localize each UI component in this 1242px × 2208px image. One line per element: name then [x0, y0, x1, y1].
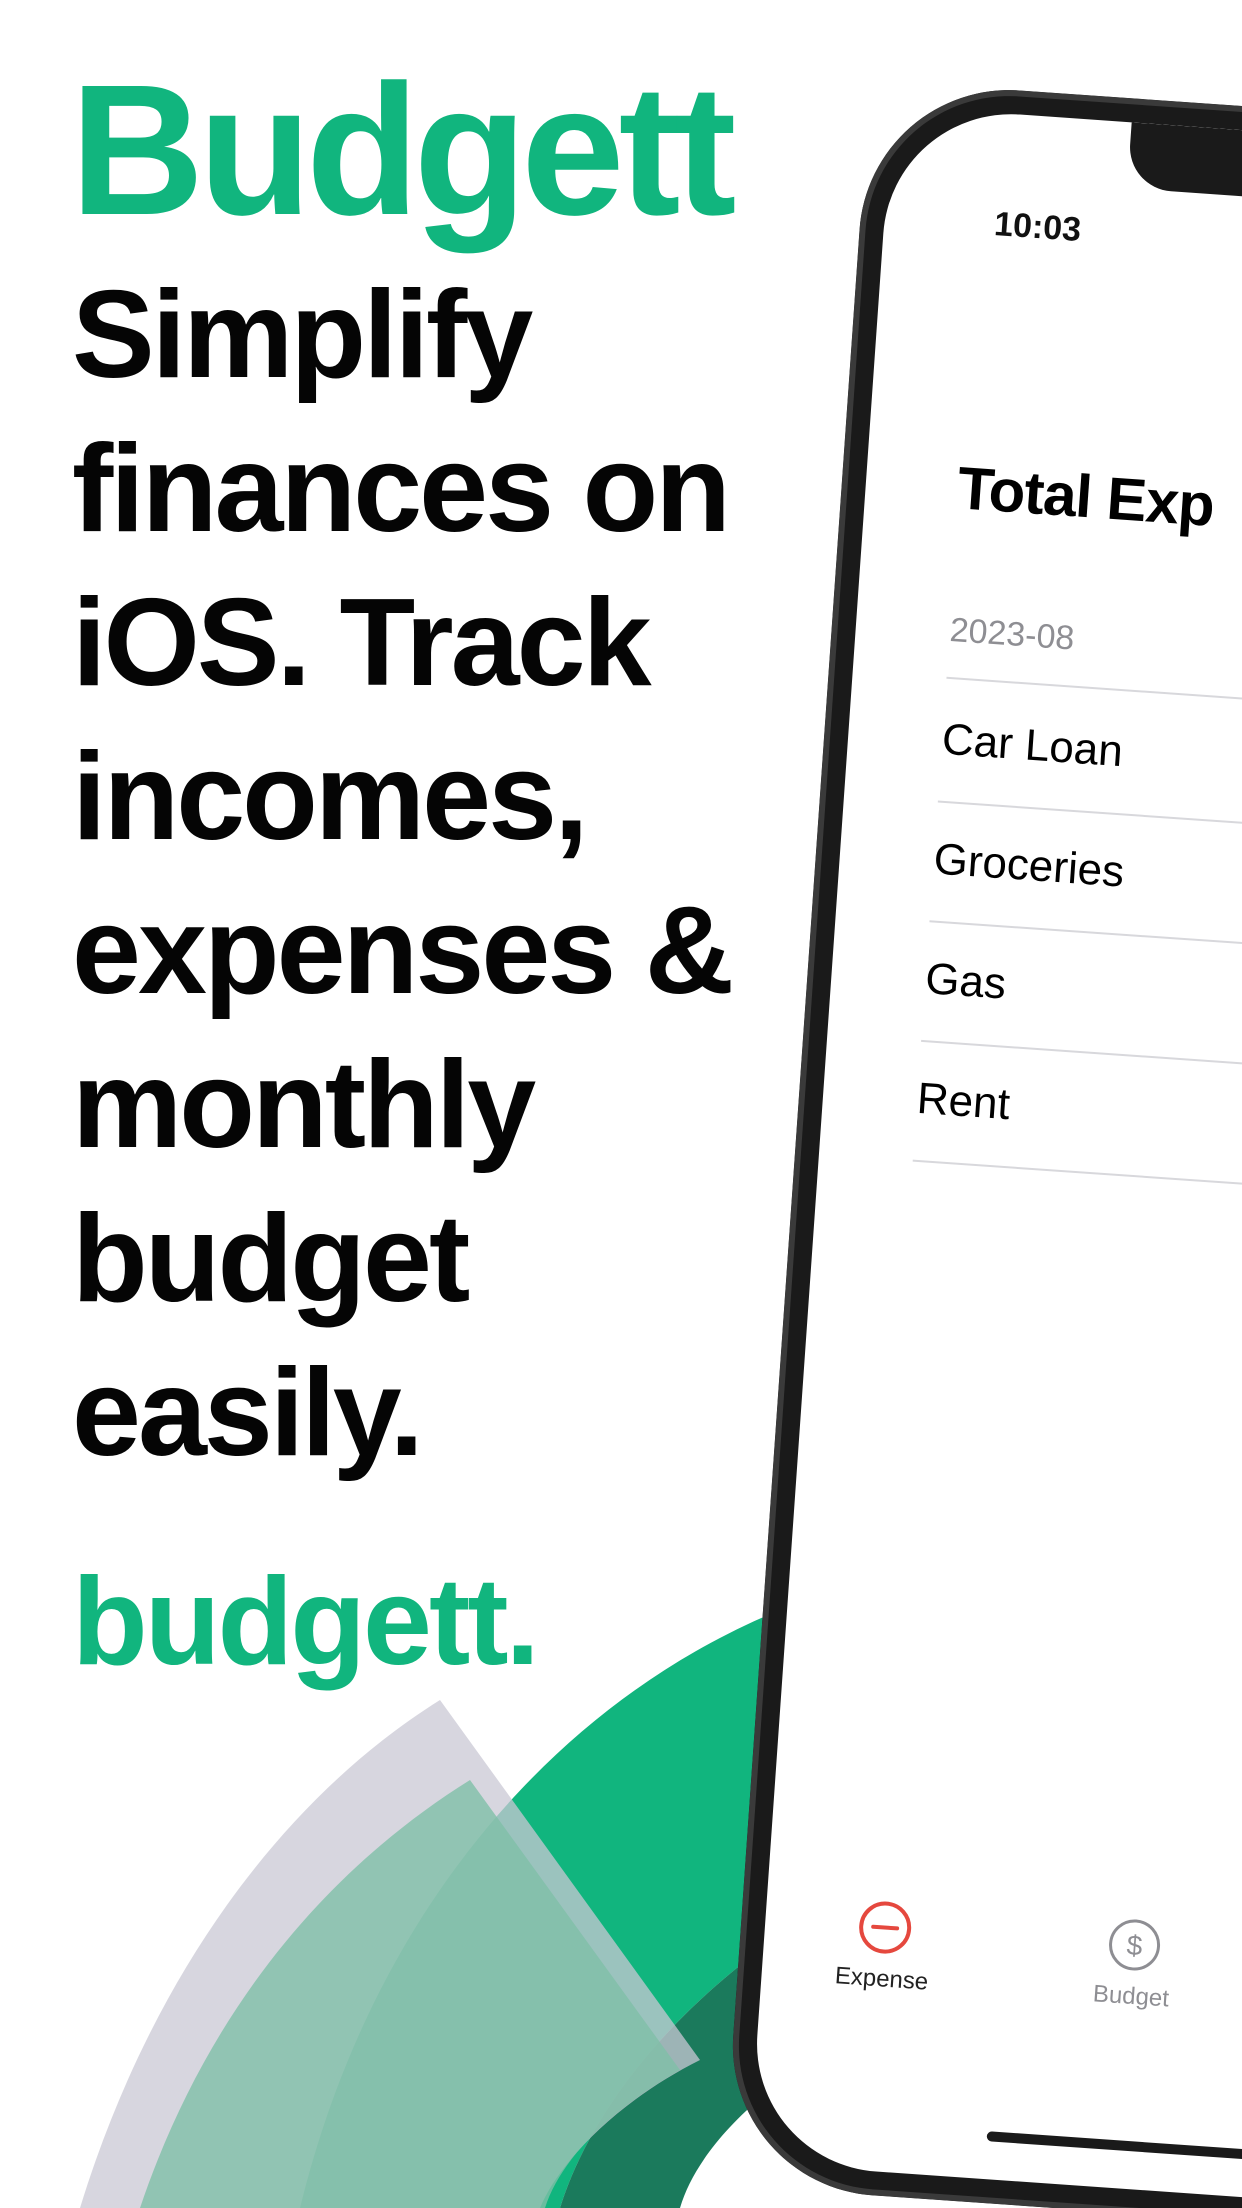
tagline-line: easily. [72, 1344, 424, 1482]
row-divider [946, 676, 1242, 721]
tagline-line: expenses & [72, 882, 734, 1020]
tagline-line: incomes, [72, 728, 589, 866]
app-store-screenshot: Budgett Simplify finances on iOS. Track … [0, 0, 1242, 2208]
tagline-line: monthly [72, 1036, 536, 1174]
status-bar-time: 10:03 [992, 205, 1083, 250]
tagline-line: budget [72, 1190, 470, 1328]
brand-title: Budgett [70, 47, 736, 254]
expense-row-car-loan[interactable]: Car Loan [940, 715, 1124, 778]
dollar-circle-icon: $ [1109, 1919, 1161, 1971]
screen-title: Total Exp [955, 454, 1217, 539]
expense-row-groceries[interactable]: Groceries [932, 834, 1126, 897]
svg-text:$: $ [1126, 1929, 1144, 1961]
expense-row-gas[interactable]: Gas [924, 954, 1008, 1010]
brand-footer: budgett. [72, 1553, 540, 1691]
tab-label: Expense [834, 1962, 930, 1996]
tab-label: Budget [1092, 1980, 1170, 2013]
phone-notch [1127, 122, 1242, 210]
tab-bar: Expense $ Budget [756, 1891, 1242, 2097]
tab-expense[interactable]: Expense [797, 1894, 967, 2055]
home-indicator [986, 2131, 1242, 2163]
tab-budget[interactable]: $ Budget [1046, 1911, 1216, 2072]
section-header-month: 2023-08 [948, 610, 1076, 658]
tagline-line: Simplify [72, 266, 533, 404]
row-divider [912, 1159, 1242, 1204]
tagline: Simplify finances on iOS. Track incomes,… [72, 258, 832, 1490]
tagline-line: finances on [72, 420, 731, 558]
tagline-line: iOS. Track [72, 574, 652, 712]
minus-circle-icon [859, 1901, 912, 1954]
expense-row-rent[interactable]: Rent [915, 1074, 1011, 1130]
